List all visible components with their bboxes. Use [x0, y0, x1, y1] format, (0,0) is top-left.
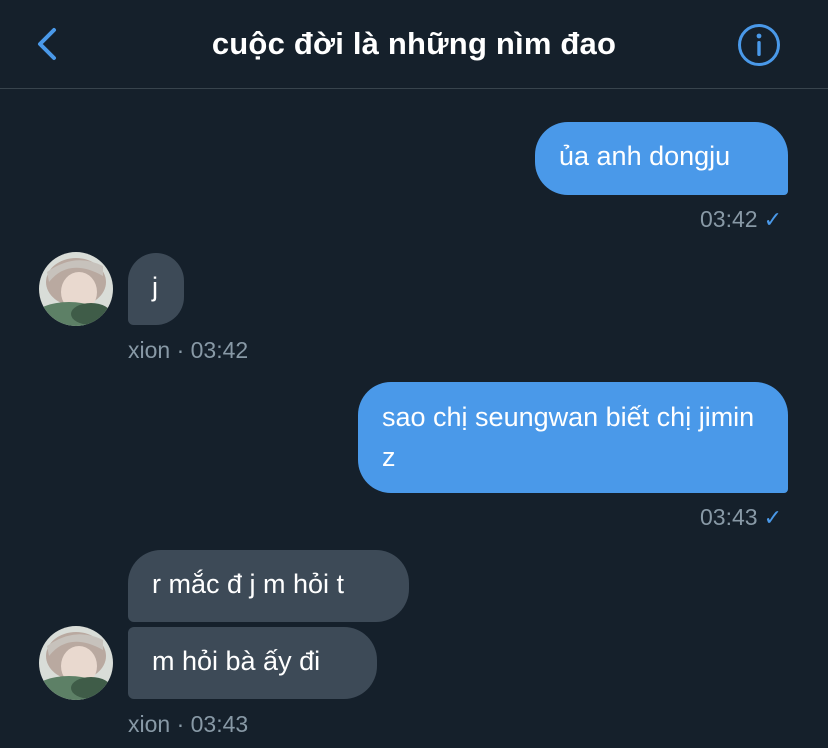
message-meta: 03:43 ✓ [700, 504, 782, 531]
message-text: j [152, 272, 158, 302]
message-text: m hỏi bà ấy đi [152, 646, 321, 676]
message-text: ủa anh dongju [559, 141, 731, 171]
message-meta: 03:42 ✓ [700, 206, 782, 233]
message-meta: xion · 03:43 [128, 711, 249, 737]
message-incoming[interactable]: m hỏi bà ấy đi [128, 627, 377, 699]
message-text: sao chị seungwan biết chị jimin z [382, 402, 755, 472]
avatar[interactable] [39, 252, 113, 326]
message-time: 03:42 [700, 206, 758, 232]
message-outgoing[interactable]: sao chị seungwan biết chị jimin z [358, 382, 788, 493]
dm-conversation: cuộc đời là những nìm đao ủa anh dongju … [0, 0, 828, 748]
message-incoming[interactable]: r mắc đ j m hỏi t [128, 550, 409, 622]
avatar[interactable] [39, 626, 113, 700]
message-meta: xion · 03:42 [128, 337, 249, 363]
checkmark-icon: ✓ [763, 505, 782, 530]
checkmark-icon: ✓ [763, 207, 782, 232]
message-outgoing[interactable]: ủa anh dongju [535, 122, 788, 195]
message-time: 03:43 [700, 504, 758, 530]
info-icon [738, 24, 780, 66]
avatar-photo [39, 626, 113, 700]
message-text: r mắc đ j m hỏi t [152, 569, 345, 599]
conversation-title: cuộc đời là những nìm đao [211, 26, 617, 61]
avatar-photo [39, 252, 113, 326]
conversation-header: cuộc đời là những nìm đao [0, 0, 828, 89]
message-incoming[interactable]: j [128, 253, 184, 325]
info-button[interactable] [737, 23, 781, 67]
